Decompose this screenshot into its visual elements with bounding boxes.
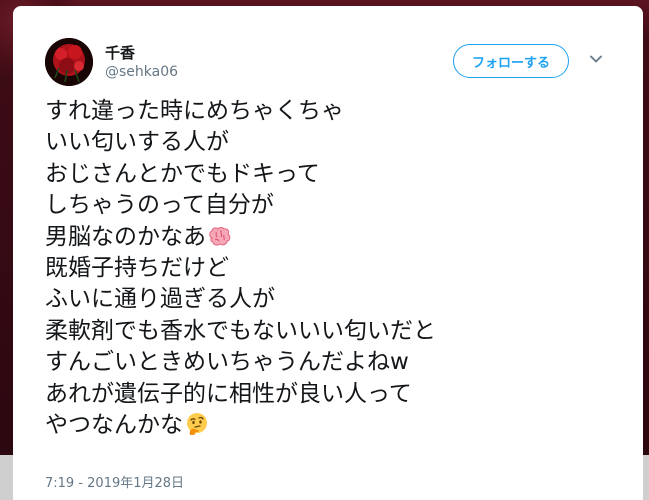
tweet-line: すんごいときめいちゃうんだよねw	[45, 347, 625, 378]
avatar[interactable]	[45, 38, 93, 86]
tweet-line-text: 柔軟剤でも香水でもないいい匂いだと	[45, 317, 436, 344]
tweet-line: ふいに通り過ぎる人が	[45, 284, 625, 315]
tweet-line-text: やつなんかな	[45, 411, 183, 438]
tweet-timestamp[interactable]: 7:19 - 2019年1月28日	[45, 472, 184, 491]
display-name[interactable]: 千香	[105, 42, 135, 63]
tweet-line: すれ違った時にめちゃくちゃ	[45, 96, 625, 127]
tweet-text: すれ違った時にめちゃくちゃ いい匂いする人が おじさんとかでもドキって しちゃう…	[45, 96, 625, 441]
tweet-line-text: しちゃうのって自分が	[45, 192, 274, 219]
tweet-line-text: いい匂いする人が	[45, 129, 229, 156]
tweet-line: 既婚子持ちだけど	[45, 253, 625, 284]
tweet-line: あれが遺伝子的に相性が良い人って	[45, 379, 625, 410]
thinking-face-emoji-icon	[187, 412, 207, 435]
tweet-line: おじさんとかでもドキって	[45, 159, 625, 190]
tweet-line-text: すれ違った時にめちゃくちゃ	[45, 98, 344, 124]
tweet-line: いい匂いする人が	[45, 127, 625, 158]
tweet-line-text: あれが遺伝子的に相性が良い人って	[45, 380, 412, 407]
brain-emoji-icon	[209, 226, 231, 246]
tweet-line: しちゃうのって自分が	[45, 190, 625, 221]
tweet-line: やつなんかな	[45, 410, 625, 441]
tweet-line-text: すんごいときめいちゃうんだよねw	[45, 349, 409, 376]
user-handle[interactable]: @sehka06	[105, 64, 178, 80]
tweet-line: 柔軟剤でも香水でもないいい匂いだと	[45, 316, 625, 347]
tweet-line-text: 既婚子持ちだけど	[45, 254, 229, 281]
tweet-line-text: おじさんとかでもドキって	[45, 160, 320, 187]
tweet-card: 千香 @sehka06 フォローする すれ違った時にめちゃくちゃ いい匂いする人…	[13, 6, 643, 500]
tweet-line-text: ふいに通り過ぎる人が	[45, 286, 275, 313]
tweet-line: 男脳なのかなあ	[45, 222, 625, 253]
follow-button[interactable]: フォローする	[453, 44, 569, 78]
tweet-line-text: 男脳なのかなあ	[45, 223, 206, 250]
chevron-down-icon[interactable]	[589, 52, 603, 66]
